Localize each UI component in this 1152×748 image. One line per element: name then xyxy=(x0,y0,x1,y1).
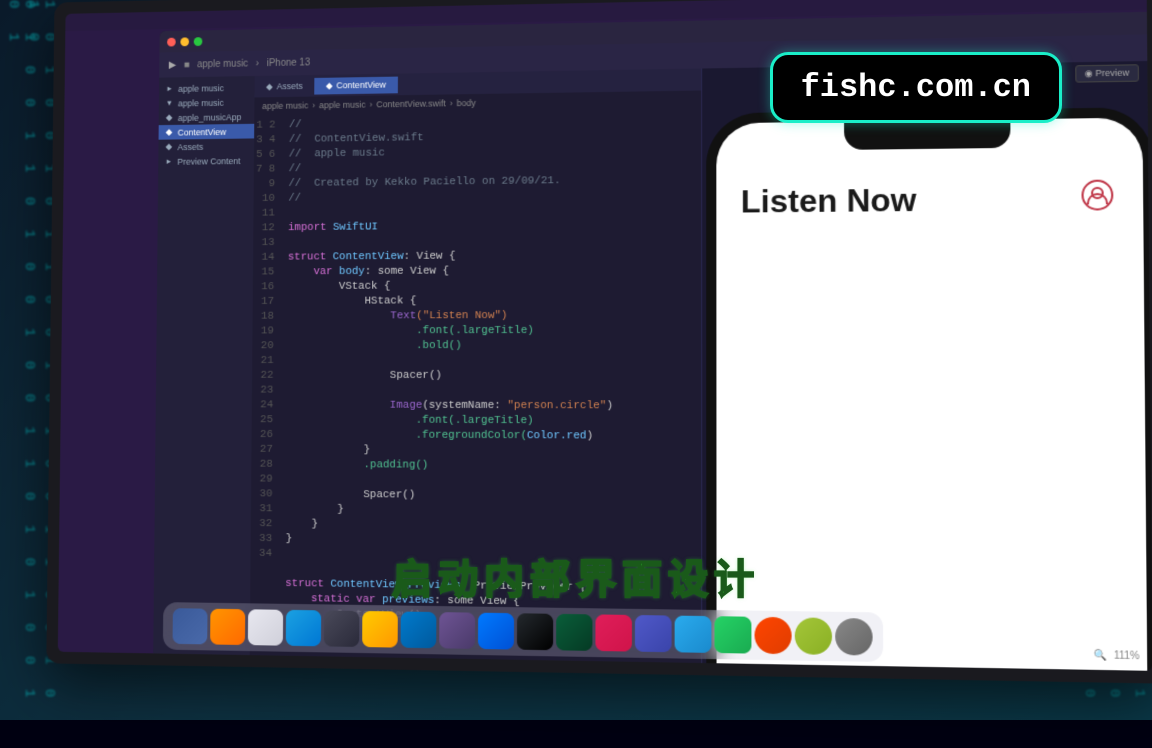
folder-icon: ▸ xyxy=(164,156,174,167)
teams-icon[interactable] xyxy=(635,615,672,652)
scheme-selector[interactable]: apple music xyxy=(197,58,248,70)
github-icon[interactable] xyxy=(517,613,553,650)
tab-contentview[interactable]: ◆ContentView xyxy=(314,76,397,94)
iphone-frame: Listen Now xyxy=(706,107,1152,671)
person-circle-icon[interactable] xyxy=(1081,180,1113,211)
sidebar-file: ◆apple_musicApp xyxy=(159,109,255,125)
chevron-right-icon: › xyxy=(256,58,259,69)
vscode-icon[interactable] xyxy=(401,612,437,649)
sidebar-project: ▸apple music xyxy=(159,80,255,96)
app-icon[interactable] xyxy=(286,610,321,646)
assets-icon: ◆ xyxy=(164,141,174,152)
video-subtitle: 启动内部界面设计 xyxy=(392,547,760,605)
chevron-right-icon: › xyxy=(450,98,453,108)
iphone-notch xyxy=(844,119,1010,150)
sublime-icon[interactable] xyxy=(362,611,398,648)
sidebar-preview: ▸Preview Content xyxy=(158,153,254,169)
swift-icon: ◆ xyxy=(164,112,174,123)
preview-zoom[interactable]: 🔍 111% xyxy=(1094,650,1140,662)
stop-button[interactable]: ■ xyxy=(184,59,190,70)
tab-assets[interactable]: ◆Assets xyxy=(254,77,314,95)
terminal-icon[interactable] xyxy=(324,610,360,647)
breadcrumb-segment[interactable]: apple music xyxy=(262,101,308,111)
sidebar-assets: ◆Assets xyxy=(158,138,254,154)
eclipse-icon[interactable] xyxy=(439,612,475,649)
sidebar-file-selected: ◆ContentView xyxy=(159,124,255,140)
breadcrumb-segment[interactable]: ContentView.swift xyxy=(376,98,445,109)
whatsapp-icon[interactable] xyxy=(714,616,751,653)
firefox-icon[interactable] xyxy=(210,609,245,645)
device-selector[interactable]: iPhone 13 xyxy=(267,57,310,68)
breadcrumb-segment[interactable]: apple music xyxy=(319,100,366,111)
preview-button[interactable]: ◉ Preview xyxy=(1075,64,1139,82)
swiftui-preview-pane: ◉ Preview Listen Now xyxy=(701,61,1152,671)
swift-icon: ◆ xyxy=(326,80,333,91)
chevron-right-icon: › xyxy=(312,100,315,110)
iphone-screen[interactable]: Listen Now xyxy=(716,118,1148,671)
line-gutter: 1 2 3 4 5 6 7 8 9 10 11 12 13 14 15 16 1… xyxy=(250,115,282,656)
assets-icon: ◆ xyxy=(266,81,273,92)
notes-icon[interactable] xyxy=(248,609,283,645)
finder-icon[interactable] xyxy=(173,608,208,644)
android-icon[interactable] xyxy=(795,617,832,655)
close-traffic-light[interactable] xyxy=(167,37,176,46)
folder-icon: ▾ xyxy=(165,98,175,109)
settings-icon[interactable] xyxy=(835,618,873,656)
swift-icon: ◆ xyxy=(164,127,174,138)
slack-icon[interactable] xyxy=(595,614,632,651)
chevron-right-icon: › xyxy=(370,100,373,110)
run-button[interactable]: ▶ xyxy=(169,59,176,70)
minimize-traffic-light[interactable] xyxy=(180,37,189,46)
project-navigator[interactable]: ▸apple music ▾apple music ◆apple_musicAp… xyxy=(153,76,254,655)
watermark-badge: fishc.com.cn xyxy=(770,52,1062,123)
zoom-traffic-light[interactable] xyxy=(194,37,203,46)
telegram-icon[interactable] xyxy=(675,616,712,653)
project-icon: ▸ xyxy=(165,83,175,94)
listen-now-title: Listen Now xyxy=(741,179,1118,220)
xcode-icon[interactable] xyxy=(478,613,514,650)
magnify-icon: 🔍 xyxy=(1094,650,1107,662)
play-icon: ◉ xyxy=(1084,68,1095,78)
app-icon[interactable] xyxy=(556,614,592,651)
breadcrumb-segment[interactable]: body xyxy=(457,98,476,108)
app-icon[interactable] xyxy=(754,617,791,655)
sidebar-folder: ▾apple music xyxy=(159,95,255,111)
